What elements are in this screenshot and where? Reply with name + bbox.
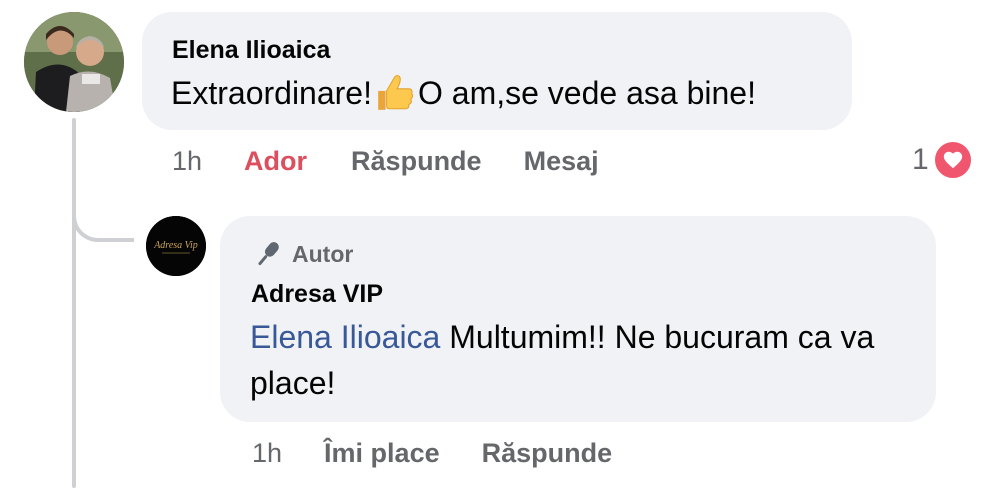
comment-text-part: Extraordinare! bbox=[171, 74, 372, 111]
mention-link[interactable]: Elena Ilioaica bbox=[250, 319, 440, 355]
comment-text: Extraordinare! O am,se vede asa bine! bbox=[171, 72, 756, 114]
heart-icon bbox=[932, 140, 973, 180]
comment-actions: 1h Ador Răspunde Mesaj bbox=[172, 144, 641, 178]
thread-line bbox=[72, 118, 76, 488]
reply-actions: 1h Îmi place Răspunde bbox=[252, 436, 654, 470]
avatar-photo bbox=[24, 12, 124, 112]
like-button[interactable]: Îmi place bbox=[324, 438, 440, 469]
message-button[interactable]: Mesaj bbox=[524, 146, 599, 177]
reply-author[interactable]: Adresa VIP bbox=[251, 280, 383, 309]
thumbs-up-icon bbox=[374, 72, 416, 114]
reaction-button[interactable]: Ador bbox=[244, 146, 307, 177]
page-avatar[interactable]: Adresa Vip bbox=[146, 216, 206, 276]
comment-timestamp[interactable]: 1h bbox=[172, 146, 202, 177]
comment-text-part: O am,se vede asa bine! bbox=[417, 74, 756, 111]
reply-button[interactable]: Răspunde bbox=[482, 438, 613, 469]
adresa-vip-logo: Adresa Vip bbox=[146, 216, 206, 276]
reaction-count: 1 bbox=[912, 143, 929, 176]
microphone-icon bbox=[258, 242, 279, 266]
reply-timestamp[interactable]: 1h bbox=[252, 438, 282, 469]
author-badge: Autor bbox=[252, 238, 353, 270]
reply-button[interactable]: Răspunde bbox=[351, 146, 482, 177]
comment-bubble: Elena Ilioaica Extraordinare! O am,se ve… bbox=[142, 12, 852, 130]
comment-author[interactable]: Elena Ilioaica bbox=[172, 36, 330, 65]
reply-text: Elena Ilioaica Multumim!! Ne bucuram ca … bbox=[250, 314, 910, 406]
reaction-summary[interactable]: 1 bbox=[912, 140, 973, 180]
reply-bubble: Autor Adresa VIP Elena Ilioaica Multumim… bbox=[220, 216, 936, 422]
thread-branch bbox=[72, 190, 134, 242]
author-badge-label: Autor bbox=[292, 240, 354, 267]
svg-text:Adresa Vip: Adresa Vip bbox=[153, 240, 198, 251]
comment-thread: Elena Ilioaica Extraordinare! O am,se ve… bbox=[0, 0, 1000, 488]
avatar[interactable] bbox=[24, 12, 124, 112]
